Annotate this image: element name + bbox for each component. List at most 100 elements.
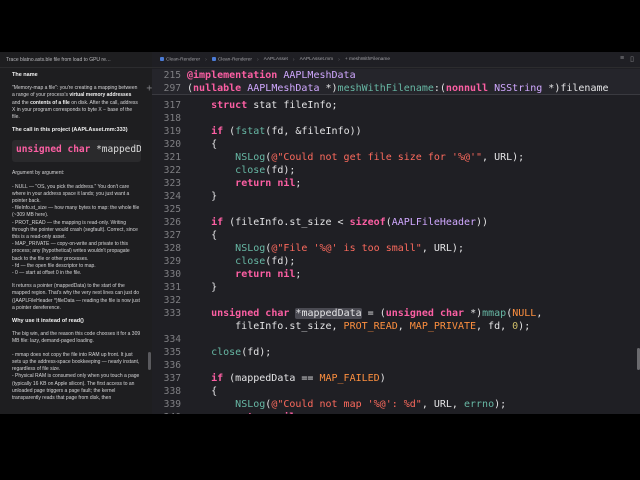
- line-text: {: [187, 386, 218, 397]
- args-list: - NULL — "OS, you pick the address." You…: [12, 184, 141, 278]
- line-text: NSLog(@"Could not map '%@': %d", URL, er…: [235, 399, 507, 410]
- line-number: 337: [163, 373, 181, 384]
- code-line[interactable]: 318: [152, 112, 640, 125]
- code-line[interactable]: 333 unsigned char *mappedData = (unsigne…: [152, 307, 640, 320]
- arg-item: - fileInfo.st_size — how many bytes to m…: [12, 205, 140, 219]
- code-editor[interactable]: Clean-Renderer › Clean-Renderer › AAPLAs…: [146, 52, 640, 414]
- chat-scrollbar[interactable]: [148, 352, 151, 370]
- code-line[interactable]: 323 return nil;: [152, 177, 640, 190]
- line-number: 321: [163, 152, 181, 163]
- why-paragraph: The big win, and the reason this code ch…: [12, 331, 141, 345]
- code-line[interactable]: 326 if (fileInfo.st_size < sizeof(AAPLFi…: [152, 216, 640, 229]
- line-number: 336: [163, 360, 181, 371]
- code-line[interactable]: 329 close(fd);: [152, 255, 640, 268]
- breadcrumb-item[interactable]: + meshWithFilename: [345, 57, 390, 62]
- code-line[interactable]: 322 close(fd);: [152, 164, 640, 177]
- line-number: 318: [163, 113, 181, 124]
- line-number: 215: [163, 70, 181, 81]
- line-text: NSLog(@"File '%@' is too small", URL);: [235, 243, 464, 254]
- section-heading-call: The call in this project (AAPLAsset.mm:3…: [12, 127, 128, 134]
- code-line[interactable]: 336: [152, 359, 640, 372]
- line-text: NSLog(@"Could not get file size for '%@'…: [235, 152, 525, 163]
- app-window: Trace blatno.asts.ble file from load to …: [0, 52, 640, 414]
- arg-item: - 0 — start at offset 0 in the file.: [12, 270, 82, 277]
- code-line[interactable]: 337 if (mappedData == MAP_FAILED): [152, 372, 640, 385]
- code-line[interactable]: 339 NSLog(@"Could not map '%@': %d", URL…: [152, 398, 640, 411]
- bullet-item: - Physical RAM is consumed only when you…: [12, 373, 140, 401]
- args-intro: Argument by argument:: [12, 170, 65, 177]
- related-items-icon[interactable]: ≡: [620, 55, 624, 63]
- section-heading-why: Why use it instead of read(): [12, 318, 84, 325]
- line-number: 333: [163, 308, 181, 319]
- code-line[interactable]: 325: [152, 203, 640, 216]
- code-line[interactable]: 334: [152, 333, 640, 346]
- chat-pane: Trace blatno.asts.ble file from load to …: [0, 52, 153, 414]
- breadcrumb-item[interactable]: AAPLAsset: [264, 57, 288, 62]
- line-number: 326: [163, 217, 181, 228]
- chat-header: Trace blatno.asts.ble file from load to …: [0, 52, 152, 68]
- line-text: unsigned char *mappedData = (unsigned ch…: [211, 308, 543, 319]
- code-line[interactable]: fileInfo.st_size, PROT_READ, MAP_PRIVATE…: [152, 320, 640, 333]
- sticky-header-line[interactable]: 215 @implementation AAPLMeshData: [152, 69, 640, 82]
- breadcrumb-item[interactable]: AAPLAsset.mm: [300, 57, 334, 62]
- breadcrumb-item[interactable]: Clean-Renderer: [211, 56, 252, 62]
- arg-item: - fd — the open file descriptor to map.: [12, 262, 96, 269]
- line-number: 317: [163, 100, 181, 111]
- line-number: 330: [163, 269, 181, 280]
- line-text: return nil;: [187, 411, 301, 414]
- code-line[interactable]: 321 NSLog(@"Could not get file size for …: [152, 151, 640, 164]
- line-text: if (fileInfo.st_size < sizeof(AAPLFileHe…: [211, 217, 489, 228]
- code-snippet[interactable]: unsigned char *mappedDa: [12, 140, 141, 163]
- code-line[interactable]: 332: [152, 294, 640, 307]
- line-number: 320: [163, 139, 181, 150]
- arg-item: - NULL — "OS, you pick the address." You…: [12, 183, 130, 205]
- code-line[interactable]: 324 }: [152, 190, 640, 203]
- line-text: @implementation AAPLMeshData: [187, 70, 356, 81]
- line-number: 325: [163, 204, 181, 215]
- line-number: 332: [163, 295, 181, 306]
- code-line[interactable]: 340 return nil;: [152, 411, 640, 414]
- chevron-right-icon: ›: [338, 56, 340, 63]
- line-text: fileInfo.st_size, PROT_READ, MAP_PRIVATE…: [187, 321, 531, 332]
- code-line[interactable]: 338 {: [152, 385, 640, 398]
- breadcrumb: Clean-Renderer › Clean-Renderer › AAPLAs…: [152, 52, 640, 68]
- chevron-right-icon: ›: [292, 56, 295, 63]
- arg-item: - PROT_READ — the mapping is read-only. …: [12, 219, 138, 241]
- line-text: struct stat fileInfo;: [211, 100, 338, 111]
- code-line[interactable]: 328 NSLog(@"File '%@' is too small", URL…: [152, 242, 640, 255]
- editor-toolbar: ≡ ▯: [620, 55, 634, 63]
- section-heading-name: The name: [12, 72, 38, 78]
- line-text: }: [187, 282, 218, 293]
- code-line[interactable]: 320 {: [152, 138, 640, 151]
- chat-tab-title[interactable]: Trace blatno.asts.ble file from load to …: [6, 57, 146, 63]
- code-line[interactable]: 330 return nil;: [152, 268, 640, 281]
- sticky-header-divider: [152, 94, 640, 95]
- chevron-right-icon: ›: [205, 56, 207, 63]
- code-line[interactable]: 327 {: [152, 229, 640, 242]
- chevron-right-icon: ›: [256, 56, 259, 63]
- line-text: if (mappedData == MAP_FAILED): [211, 373, 386, 384]
- line-text: }: [187, 191, 218, 202]
- folder-icon: [211, 56, 216, 61]
- line-number: 324: [163, 191, 181, 202]
- split-editor-icon[interactable]: ▯: [630, 55, 634, 63]
- line-text: close(fd);: [235, 256, 296, 267]
- line-number: 339: [163, 399, 181, 410]
- code-line[interactable]: 319 if (fstat(fd, &fileInfo)): [152, 125, 640, 138]
- code-line[interactable]: 335 close(fd);: [152, 346, 640, 359]
- arg-item: - MAP_PRIVATE — copy-on-write and privat…: [12, 241, 130, 262]
- line-number: 323: [163, 178, 181, 189]
- returns-paragraph: It returns a pointer (mappedData) to the…: [12, 283, 140, 311]
- line-text: close(fd);: [235, 165, 296, 176]
- code-line[interactable]: 331 }: [152, 281, 640, 294]
- line-text: {: [187, 230, 218, 241]
- breadcrumb-item[interactable]: Clean-Renderer: [160, 56, 200, 62]
- line-number: 331: [163, 282, 181, 293]
- line-number: 334: [163, 334, 181, 345]
- code-line[interactable]: 317 struct stat fileInfo;: [152, 99, 640, 112]
- line-number: 322: [163, 165, 181, 176]
- line-text: close(fd);: [211, 347, 272, 358]
- intro-paragraph: "Memory-map a file": you're creating a m…: [12, 85, 138, 121]
- line-number: 327: [163, 230, 181, 241]
- line-number: 329: [163, 256, 181, 267]
